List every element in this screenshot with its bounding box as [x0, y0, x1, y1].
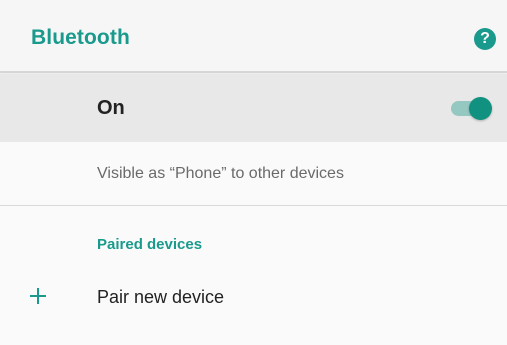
pair-new-device-label: Pair new device — [97, 287, 225, 307]
plus-icon — [30, 288, 46, 304]
bluetooth-switch-bar[interactable]: On — [0, 74, 507, 142]
switch-label: On — [97, 97, 125, 119]
help-icon[interactable]: ? — [474, 28, 496, 50]
visibility-row: Visible as “Phone” to other devices — [0, 142, 507, 206]
visibility-text: Visible as “Phone” to other devices — [97, 165, 344, 182]
bluetooth-settings-screen: Bluetooth ? On Visible as “Phone” to oth… — [0, 0, 507, 345]
pair-new-device-item[interactable]: Pair new device — [0, 270, 507, 328]
section-divider — [0, 205, 507, 206]
paired-devices-header: Paired devices — [97, 236, 203, 253]
bluetooth-toggle[interactable] — [449, 97, 493, 120]
toggle-thumb — [469, 97, 492, 120]
app-bar: Bluetooth ? — [0, 0, 507, 73]
page-title: Bluetooth — [31, 26, 130, 49]
